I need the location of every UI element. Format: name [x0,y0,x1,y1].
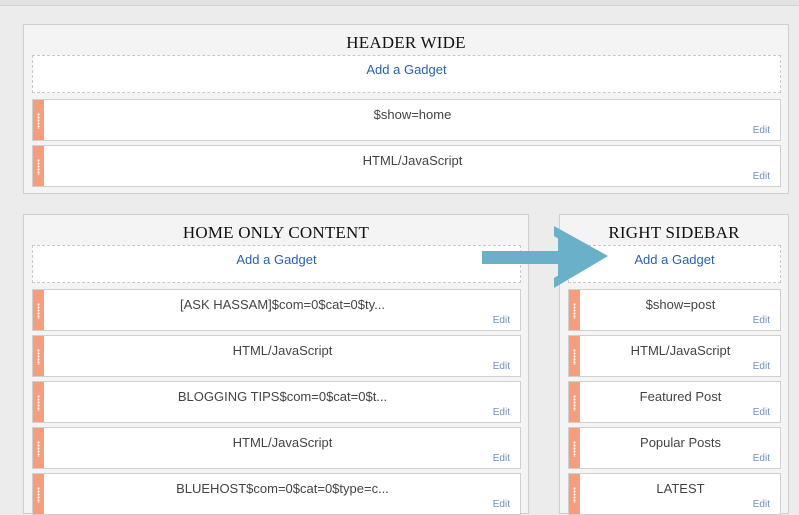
section-header-wide: HEADER WIDE Add a Gadget $show=home Edit… [23,24,789,194]
drag-handle[interactable] [33,382,44,422]
edit-link[interactable]: Edit [493,361,510,372]
grip-icon [573,441,576,457]
grip-icon [37,441,40,457]
gadget-name: [ASK HASSAM]$com=0$cat=0$ty... [180,297,385,312]
drag-handle[interactable] [569,336,580,376]
grip-icon [37,487,40,503]
gadget-name: $show=home [373,107,452,122]
add-gadget-button[interactable]: Add a Gadget [32,55,781,93]
gadget-item: $show=home Edit [32,99,781,141]
drag-handle[interactable] [33,474,44,514]
gadget-name: BLOGGING TIPS$com=0$cat=0$t... [177,389,388,404]
arrow-right-icon [482,226,608,288]
edit-link[interactable]: Edit [493,407,510,418]
grip-icon [37,349,40,365]
edit-link[interactable]: Edit [493,499,510,510]
section-title: HEADER WIDE [346,33,466,52]
section-home-only-content: HOME ONLY CONTENT Add a Gadget [ASK HASS… [23,214,529,515]
gadget-item: Featured Post Edit [568,381,781,423]
gadget-name: BLUEHOST$com=0$cat=0$type=c... [176,481,389,496]
gadget-name: LATEST [656,481,705,496]
edit-link[interactable]: Edit [753,171,770,182]
grip-icon [37,303,40,319]
grip-icon [573,349,576,365]
gadget-item: Popular Posts Edit [568,427,781,469]
gadget-item: BLOGGING TIPS$com=0$cat=0$t... Edit [32,381,521,423]
gadget-item: $show=post Edit [568,289,781,331]
drag-handle[interactable] [33,336,44,376]
section-title: HOME ONLY CONTENT [182,223,370,242]
edit-link[interactable]: Edit [753,315,770,326]
edit-link[interactable]: Edit [753,361,770,372]
gadget-item: [ASK HASSAM]$com=0$cat=0$ty... Edit [32,289,521,331]
top-border [0,0,799,6]
gadget-name: HTML/JavaScript [232,435,333,450]
gadget-name: HTML/JavaScript [362,153,463,168]
edit-link[interactable]: Edit [753,453,770,464]
gadget-name: HTML/JavaScript [232,343,333,358]
add-gadget-button[interactable]: Add a Gadget [32,245,521,283]
gadget-name: HTML/JavaScript [630,343,731,358]
drag-handle[interactable] [33,290,44,330]
gadget-name: $show=post [645,297,716,312]
gadget-item: HTML/JavaScript Edit [32,335,521,377]
edit-link[interactable]: Edit [753,407,770,418]
drag-handle[interactable] [569,290,580,330]
drag-handle[interactable] [569,382,580,422]
gadget-item: HTML/JavaScript Edit [32,427,521,469]
drag-handle[interactable] [33,146,44,186]
grip-icon [573,395,576,411]
gadget-name: Featured Post [639,389,722,404]
drag-handle[interactable] [569,428,580,468]
edit-link[interactable]: Edit [753,499,770,510]
gadget-item: LATEST Edit [568,473,781,515]
edit-link[interactable]: Edit [493,453,510,464]
grip-icon [573,487,576,503]
drag-handle[interactable] [33,428,44,468]
gadget-item: BLUEHOST$com=0$cat=0$type=c... Edit [32,473,521,515]
gadget-name: Popular Posts [640,435,721,450]
grip-icon [37,159,40,175]
drag-handle[interactable] [569,474,580,514]
grip-icon [37,113,40,129]
edit-link[interactable]: Edit [493,315,510,326]
drag-handle[interactable] [33,100,44,140]
grip-icon [37,395,40,411]
edit-link[interactable]: Edit [753,125,770,136]
gadget-item: HTML/JavaScript Edit [568,335,781,377]
grip-icon [573,303,576,319]
gadget-item: HTML/JavaScript Edit [32,145,781,187]
